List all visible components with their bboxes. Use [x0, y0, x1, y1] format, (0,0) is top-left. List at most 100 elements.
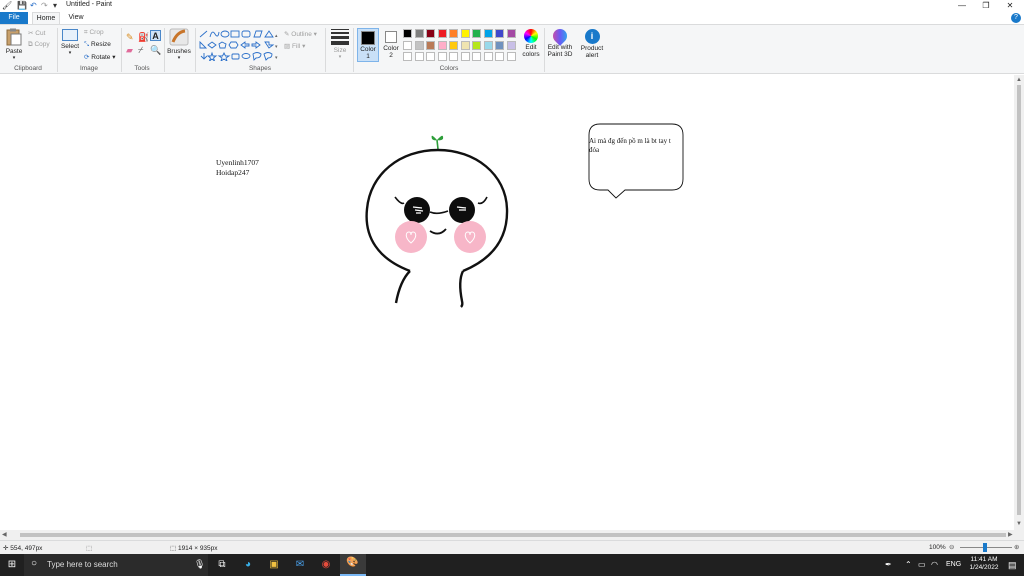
palette-swatch[interactable] [414, 29, 424, 38]
color2-button[interactable]: Color 2 [381, 28, 401, 59]
color-picker-icon[interactable]: ⌿ [138, 45, 143, 56]
fill-button[interactable]: ▨ Fill ▾ [284, 42, 305, 50]
palette-swatch[interactable] [460, 40, 470, 50]
network-icon[interactable]: ▭ [918, 560, 926, 569]
rotate-label: Rotate [91, 54, 111, 61]
palette-swatch[interactable] [437, 40, 447, 50]
pencil-icon[interactable]: ✎ [126, 32, 134, 43]
zoom-in-icon[interactable]: ⊕ [1014, 543, 1019, 551]
palette-swatch[interactable] [449, 40, 458, 50]
cut-button[interactable]: ✂ Cut [28, 29, 45, 37]
palette-swatch[interactable] [483, 29, 493, 38]
color1-button[interactable]: Color 1 [357, 28, 379, 62]
microphone-icon[interactable]: 🎙 [194, 559, 205, 570]
vertical-scrollbar[interactable]: ▲ ▼ [1014, 75, 1024, 530]
brushes-button[interactable]: Brushes ▾ [166, 28, 192, 62]
maximize-button[interactable]: ❐ [974, 0, 998, 12]
canvas-size: ⬚ 1914 × 935px [170, 545, 218, 552]
selection-size-icon: ⬚ [86, 545, 93, 552]
zoom-out-icon[interactable]: ⊖ [949, 543, 954, 551]
edit-with-paint3d-button[interactable]: Edit with Paint 3D [546, 26, 574, 58]
palette-swatch[interactable] [495, 40, 504, 50]
left-body-line [394, 270, 411, 304]
scroll-up-icon[interactable]: ▲ [1016, 77, 1022, 83]
palette-swatch[interactable] [472, 29, 481, 38]
palette-swatch[interactable] [437, 52, 447, 61]
palette-swatch[interactable] [449, 52, 458, 61]
palette-swatch[interactable] [460, 29, 470, 38]
eraser-icon[interactable]: ▰ [126, 45, 133, 56]
palette-swatch[interactable] [449, 29, 458, 38]
store-icon[interactable]: ▣ [266, 557, 282, 573]
select-button[interactable]: Select ▾ [60, 29, 80, 57]
svg-text:▴: ▴ [275, 33, 278, 39]
tab-home[interactable]: Home [32, 12, 60, 24]
close-button[interactable]: ✕ [998, 0, 1022, 12]
help-icon[interactable]: ? [1011, 13, 1021, 23]
palette-swatch[interactable] [414, 40, 424, 50]
tab-view[interactable]: View [62, 12, 90, 24]
right-body-line [459, 270, 465, 308]
scroll-down-icon[interactable]: ▼ [1016, 521, 1022, 527]
minimize-button[interactable]: — [950, 0, 974, 12]
mail-icon[interactable]: ✉ [292, 557, 308, 573]
resize-button[interactable]: ⤡ Resize [84, 41, 111, 49]
rotate-button[interactable]: ⟳ Rotate ▾ [84, 53, 116, 61]
palette-swatch[interactable] [426, 40, 435, 50]
palette-swatch[interactable] [426, 52, 435, 61]
zoom-slider-thumb[interactable] [983, 543, 987, 552]
wifi-icon[interactable]: ◠ [931, 560, 938, 569]
palette-swatch[interactable] [403, 29, 412, 38]
palette-swatch[interactable] [506, 52, 516, 61]
horizontal-scrollbar[interactable]: ◀ ▶ [0, 530, 1024, 540]
scroll-right-icon[interactable]: ▶ [1008, 531, 1013, 538]
pen-workspace-icon[interactable]: ✒ [885, 560, 892, 569]
magnifier-icon[interactable]: 🔍 [150, 45, 161, 56]
save-icon[interactable]: 💾 [17, 1, 27, 10]
task-view-icon[interactable]: ⧉ [214, 557, 230, 573]
undo-icon[interactable]: ↶ [30, 1, 37, 10]
palette-swatch[interactable] [426, 29, 435, 38]
windows-start-icon[interactable]: ⊞ [4, 557, 20, 573]
size-button[interactable]: Size ▾ [329, 29, 351, 61]
taskbar-search-box[interactable]: ○ Type here to search 🎙 [24, 554, 208, 576]
palette-swatch[interactable] [506, 29, 516, 38]
copy-button[interactable]: ⧉ Copy [28, 41, 50, 49]
scroll-left-icon[interactable]: ◀ [2, 531, 7, 538]
clock[interactable]: 11:41 AM 1/24/2022 [964, 556, 1004, 572]
svg-text:▾: ▾ [275, 44, 278, 50]
product-alert-button[interactable]: i Product alert [578, 29, 606, 59]
palette-swatch[interactable] [460, 52, 470, 61]
paste-button[interactable]: Paste ▾ [3, 28, 25, 62]
palette-swatch[interactable] [472, 40, 481, 50]
palette-swatch[interactable] [483, 40, 493, 50]
drawing-canvas[interactable]: Uyenlinh1707 Hoidap247 Ai mà đg đến pồ m… [0, 75, 1014, 530]
palette-swatch[interactable] [403, 52, 412, 61]
crop-button[interactable]: ⌗ Crop [84, 29, 104, 37]
palette-swatch[interactable] [403, 40, 412, 50]
redo-icon[interactable]: ↷ [41, 1, 48, 10]
edit-colors-button[interactable]: Edit colors [521, 29, 541, 58]
palette-swatch[interactable] [506, 40, 516, 50]
palette-swatch[interactable] [472, 52, 481, 61]
palette-swatch[interactable] [495, 52, 504, 61]
tab-file[interactable]: File [0, 12, 28, 24]
text-tool-icon[interactable]: A [150, 30, 161, 41]
vertical-scroll-thumb[interactable] [1017, 85, 1021, 515]
edge-icon[interactable]: ◕ [240, 557, 256, 573]
paint-taskbar-button[interactable]: 🎨 [340, 554, 366, 576]
chrome-icon[interactable]: ◉ [318, 557, 334, 573]
horizontal-scroll-thumb[interactable] [20, 533, 1006, 537]
palette-swatch[interactable] [437, 29, 447, 38]
size-label: Size [333, 47, 347, 54]
language-indicator[interactable]: ENG [946, 561, 961, 568]
outline-button[interactable]: ✎ Outline ▾ [284, 30, 317, 38]
palette-swatch[interactable] [414, 52, 424, 61]
show-hidden-icons[interactable]: ⌃ [905, 560, 912, 569]
shapes-gallery[interactable]: ▴ ▾ ▾ [198, 29, 280, 61]
customize-qat-icon[interactable]: ▾ [53, 1, 57, 10]
palette-swatch[interactable] [483, 52, 493, 61]
notifications-icon[interactable]: ▤ [1008, 560, 1017, 571]
palette-swatch[interactable] [495, 29, 504, 38]
fill-bucket-icon[interactable]: ⛽ [138, 32, 149, 43]
